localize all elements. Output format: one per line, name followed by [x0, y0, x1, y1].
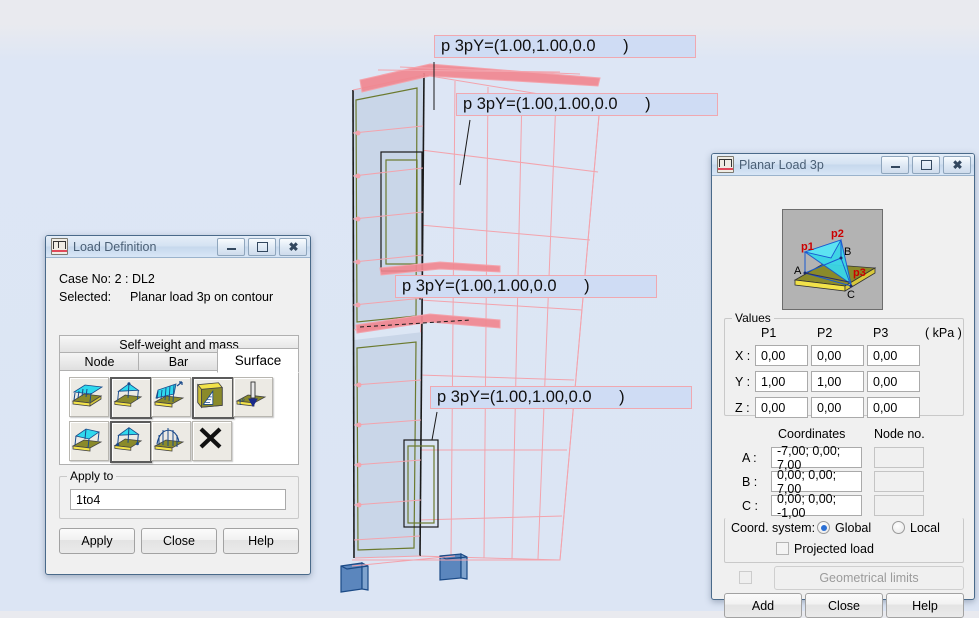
value-z-p2-input[interactable]: 0,00: [811, 397, 864, 418]
close-icon[interactable]: ✖: [279, 237, 307, 256]
coordinates-header: Coordinates: [778, 427, 846, 441]
load-label-2[interactable]: p 3pY=(1.00,1.00,0.0 ): [456, 93, 718, 116]
svg-text:p3: p3: [853, 267, 866, 279]
linear-load-2p-on-surface-icon[interactable]: [151, 377, 191, 417]
svg-text:p2: p2: [831, 228, 844, 240]
thermal-load-icon[interactable]: t°: [233, 377, 273, 417]
value-y-p3-input[interactable]: 0,00: [867, 371, 920, 392]
coord-row-label-b: B :: [742, 475, 758, 489]
hydrostatic-pressure-icon[interactable]: [151, 421, 191, 461]
load-definition-window[interactable]: Load Definition ✖ Case No: 2 : DL2 Selec…: [45, 235, 311, 575]
label-leader-lines: [419, 62, 471, 441]
coord-a-input[interactable]: -7,00; 0,00; 7,00: [771, 444, 862, 472]
minimize-button[interactable]: [881, 155, 909, 174]
load-label-4[interactable]: p 3pY=(1.00,1.00,0.0 ): [430, 386, 692, 409]
structure-window-icon: [51, 238, 68, 255]
svg-text:B: B: [844, 246, 851, 258]
panel-left-lower: [354, 332, 423, 558]
values-row-label-y: Y :: [735, 375, 751, 389]
value-y-p2-input[interactable]: 1,00: [811, 371, 864, 392]
values-col-header-p1: P1: [761, 326, 777, 340]
node-a-input[interactable]: [874, 447, 924, 468]
planar-load-3p-icon[interactable]: [110, 377, 152, 419]
load-definition-help-button[interactable]: Help: [223, 528, 299, 554]
values-row-label-z: Z :: [735, 401, 750, 415]
maximize-button[interactable]: [248, 237, 276, 256]
value-x-p3-input[interactable]: 0,00: [867, 345, 920, 366]
values-row-label-x: X :: [735, 349, 751, 363]
structure-window-icon: [717, 156, 734, 173]
load-definition-close-button[interactable]: Close: [141, 528, 217, 554]
node-no-header: Node no.: [874, 427, 925, 441]
planar-load-3p-title: Planar Load 3p: [739, 157, 824, 172]
values-col-header-p3: P3: [873, 326, 889, 340]
projected-load-checkbox[interactable]: [776, 542, 789, 555]
load-on-contour-icon[interactable]: [192, 377, 234, 419]
load-label-3[interactable]: p 3pY=(1.00,1.00,0.0 ): [395, 275, 657, 298]
node-b-input[interactable]: [874, 471, 924, 492]
value-z-p3-input[interactable]: 0,00: [867, 397, 920, 418]
svg-text:C: C: [847, 289, 855, 301]
selected-label: Selected:: [59, 290, 112, 304]
planar-load-3p-contour-icon[interactable]: [110, 421, 152, 463]
geometrical-limits-checkbox[interactable]: [739, 571, 752, 584]
support-block-right: [439, 553, 468, 581]
radio-local[interactable]: [892, 521, 905, 534]
coord-row-label-a: A :: [742, 451, 757, 465]
planar-load-3p-diagram: p1 p2 p3 A B C: [782, 209, 883, 310]
svg-text:t°: t°: [239, 397, 246, 407]
value-x-p2-input[interactable]: 0,00: [811, 345, 864, 366]
delete-load-icon[interactable]: [192, 421, 232, 461]
maximize-button[interactable]: [912, 155, 940, 174]
coord-system-label: Coord. system:: [731, 521, 816, 535]
case-number-label: Case No: 2 : DL2: [59, 272, 155, 286]
load-definition-titlebar[interactable]: Load Definition ✖: [46, 236, 310, 258]
svg-text:p1: p1: [801, 241, 814, 253]
tab-bar[interactable]: Bar: [138, 352, 219, 372]
coord-row-label-c: C :: [742, 499, 758, 513]
minimize-button[interactable]: [217, 237, 245, 256]
close-icon[interactable]: ✖: [943, 155, 971, 174]
add-button[interactable]: Add: [724, 593, 802, 618]
value-y-p1-input[interactable]: 1,00: [755, 371, 808, 392]
apply-button[interactable]: Apply: [59, 528, 135, 554]
support-block-left: [340, 562, 369, 593]
geometrical-limits-button[interactable]: Geometrical limits: [774, 566, 964, 590]
coord-c-input[interactable]: 0,00; 0,00; -1,00: [771, 492, 862, 520]
tab-node[interactable]: Node: [59, 352, 140, 372]
tab-surface[interactable]: Surface: [217, 348, 299, 373]
load-label-1[interactable]: p 3pY=(1.00,1.00,0.0 ): [434, 35, 696, 58]
radio-local-label: Local: [910, 521, 940, 535]
selected-value: Planar load 3p on contour: [130, 290, 274, 304]
values-group-label: Values: [732, 311, 774, 325]
projected-load-label: Projected load: [794, 542, 874, 556]
apply-to-label: Apply to: [67, 469, 117, 483]
load-definition-title: Load Definition: [73, 239, 157, 254]
planar-load-3p-close-button[interactable]: Close: [805, 593, 883, 618]
uniform-planar-load-contour-icon[interactable]: [69, 421, 109, 461]
planar-load-3p-window[interactable]: Planar Load 3p ✖ p1 p2 p3 A B C Values P…: [711, 153, 975, 618]
uniform-planar-load-icon[interactable]: [69, 377, 109, 417]
coord-b-input[interactable]: 0,00; 0,00; 7,00: [771, 468, 862, 496]
planar-load-3p-help-button[interactable]: Help: [886, 593, 964, 618]
radio-global-label: Global: [835, 521, 872, 535]
values-col-header-p2: P2: [817, 326, 833, 340]
planar-load-3p-titlebar[interactable]: Planar Load 3p ✖: [712, 154, 974, 176]
value-x-p1-input[interactable]: 0,00: [755, 345, 808, 366]
value-z-p1-input[interactable]: 0,00: [755, 397, 808, 418]
svg-text:A: A: [794, 265, 802, 277]
values-unit-label: ( kPa ): [925, 326, 962, 340]
radio-global[interactable]: [817, 521, 830, 534]
node-c-input[interactable]: [874, 495, 924, 516]
apply-to-input[interactable]: 1to4: [70, 489, 286, 510]
